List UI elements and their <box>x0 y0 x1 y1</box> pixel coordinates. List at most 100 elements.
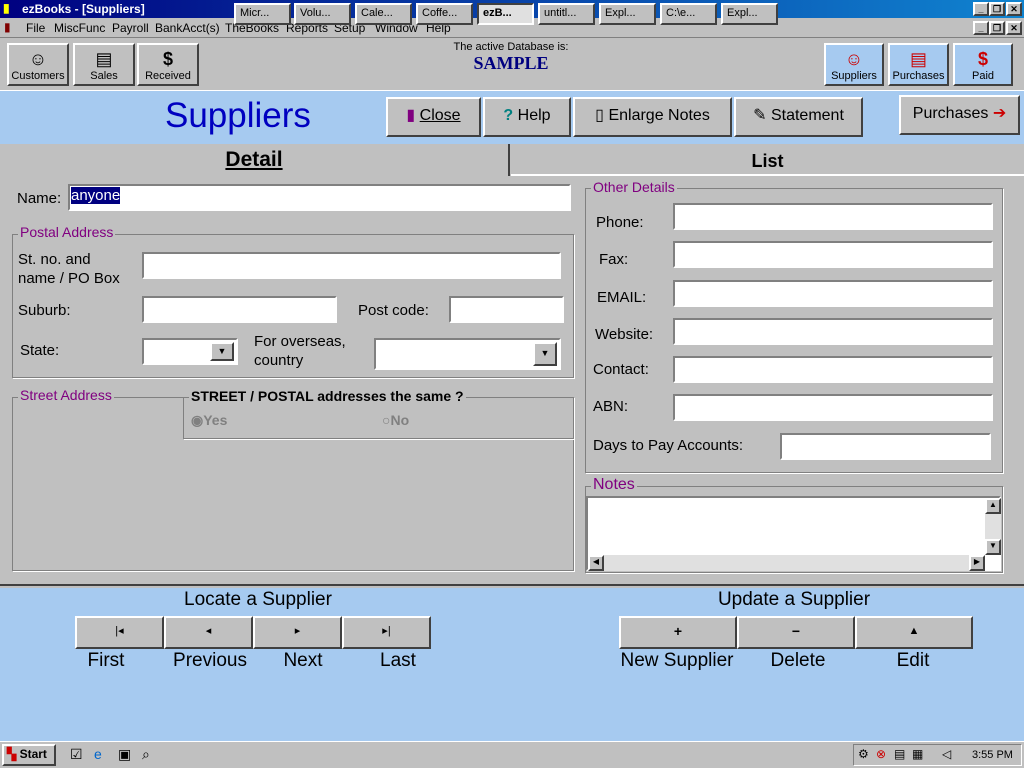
scroll-right-icon[interactable]: ▶ <box>969 555 985 571</box>
contact-field[interactable] <box>673 356 993 383</box>
tab-list[interactable]: List <box>511 144 1024 176</box>
email-field[interactable] <box>673 280 993 307</box>
desktop-icon[interactable]: ▣ <box>118 746 131 763</box>
minus-icon: − <box>791 623 801 639</box>
phone-field[interactable] <box>673 203 993 230</box>
last-button[interactable]: ▸| <box>342 616 431 649</box>
next-button[interactable]: ▸ <box>253 616 342 649</box>
task-button[interactable]: Coffe... <box>416 3 473 25</box>
notes-hscrollbar[interactable]: ◀ ▶ <box>588 555 985 571</box>
tray-icon[interactable]: ⊗ <box>876 747 886 761</box>
no-radio[interactable]: ○No <box>382 412 409 428</box>
phone-label: Phone: <box>596 214 644 231</box>
db-caption: The active Database is: <box>453 41 569 53</box>
close-window-button[interactable]: ✕ <box>1006 2 1022 16</box>
tray-icon[interactable]: ⚙ <box>858 747 869 761</box>
paid-button[interactable]: $ Paid <box>953 43 1013 86</box>
first-record-icon: |◂ <box>115 625 124 637</box>
purchases-button[interactable]: Purchases ➔ <box>899 95 1020 135</box>
mdi-restore-button[interactable]: ❐ <box>989 21 1005 35</box>
caret-up-icon: ▲ <box>908 625 920 637</box>
scroll-left-icon[interactable]: ◀ <box>588 555 604 571</box>
task-button-active[interactable]: ezB... <box>477 3 534 25</box>
state-select[interactable]: ▼ <box>142 338 238 365</box>
customers-button[interactable]: ☺ Customers <box>7 43 69 86</box>
arrow-right-icon: ➔ <box>992 105 1007 122</box>
notes-vscrollbar[interactable]: ▲ ▼ <box>985 498 1001 555</box>
other-details-label: Other Details <box>591 179 677 195</box>
app-icon: ▮ <box>3 1 10 15</box>
postcode-field[interactable] <box>449 296 564 323</box>
close-button[interactable]: ▮ Close <box>386 97 481 137</box>
menu-payroll[interactable]: Payroll <box>112 21 149 35</box>
fax-label: Fax: <box>599 251 629 268</box>
previous-label: Previous <box>173 650 247 671</box>
first-button[interactable]: |◂ <box>75 616 164 649</box>
menu-file[interactable]: File <box>26 21 45 35</box>
suburb-field[interactable] <box>142 296 337 323</box>
task-button[interactable]: Expl... <box>721 3 778 25</box>
mdi-close-button[interactable]: ✕ <box>1006 21 1022 35</box>
street-label-1: St. no. and <box>18 251 91 268</box>
suppliers-button[interactable]: ☺ Suppliers <box>824 43 884 86</box>
tab-detail[interactable]: Detail <box>0 144 510 176</box>
enlarge-notes-button[interactable]: ▯ Enlarge Notes <box>573 97 732 137</box>
door-icon: ▮ <box>406 107 416 124</box>
suburb-label: Suburb: <box>18 302 71 319</box>
task-button[interactable]: Volu... <box>294 3 351 25</box>
mdi-minimize-button[interactable]: _ <box>973 21 989 35</box>
website-field[interactable] <box>673 318 993 345</box>
windows-logo-icon: ▚ <box>7 747 17 761</box>
task-button[interactable]: C:\e... <box>660 3 717 25</box>
new-supplier-button[interactable]: + <box>619 616 737 649</box>
delete-button[interactable]: − <box>737 616 855 649</box>
received-button[interactable]: $ Received <box>137 43 199 86</box>
tray-icon[interactable]: ▦ <box>912 747 923 761</box>
name-field[interactable]: anyone <box>68 184 571 211</box>
state-label: State: <box>20 342 60 359</box>
days-to-pay-field[interactable] <box>780 433 991 460</box>
browser-icon[interactable]: e <box>94 746 102 762</box>
notes-label: Notes <box>591 476 637 494</box>
scroll-down-icon[interactable]: ▼ <box>985 539 1001 555</box>
new-supplier-label: New Supplier <box>620 650 734 671</box>
window-title: ezBooks - [Suppliers] <box>22 2 145 16</box>
yes-radio[interactable]: ◉Yes <box>191 412 227 429</box>
tray-icon[interactable]: ▤ <box>894 747 905 761</box>
statement-button[interactable]: ✎ Statement <box>734 97 863 137</box>
task-button[interactable]: untitl... <box>538 3 595 25</box>
abn-field[interactable] <box>673 394 993 421</box>
smiley-icon: ☺ <box>844 49 864 69</box>
street-field[interactable] <box>142 252 561 279</box>
clock: 3:55 PM <box>972 749 1013 761</box>
document-icon: ▤ <box>909 49 927 69</box>
system-tray: ⚙ ⊗ ▤ ▦ ◁ 3:55 PM <box>853 744 1022 766</box>
search-icon[interactable]: ⌕ <box>142 746 150 763</box>
start-button[interactable]: ▚ Start <box>2 744 56 766</box>
volume-icon[interactable]: ◁ <box>942 747 951 761</box>
quicklaunch-icon[interactable]: ☑ <box>70 746 83 763</box>
scroll-up-icon[interactable]: ▲ <box>985 498 1001 514</box>
purchases-toolbar-button[interactable]: ▤ Purchases <box>888 43 949 86</box>
sales-button[interactable]: ▤ Sales <box>73 43 135 86</box>
menu-miscfunc[interactable]: MiscFunc <box>54 21 105 35</box>
radio-checked-icon: ◉ <box>191 412 204 428</box>
country-select[interactable]: ▼ <box>374 338 561 370</box>
chevron-down-icon[interactable]: ▼ <box>210 342 234 361</box>
minimize-button[interactable]: _ <box>973 2 989 16</box>
previous-button[interactable]: ◂ <box>164 616 253 649</box>
name-label: Name: <box>17 190 62 207</box>
same-address-question: STREET / POSTAL addresses the same ? <box>189 388 466 404</box>
website-label: Website: <box>595 326 654 343</box>
fax-field[interactable] <box>673 241 993 268</box>
help-button[interactable]: ? Help <box>483 97 571 137</box>
task-button[interactable]: Expl... <box>599 3 656 25</box>
task-button[interactable]: Micr... <box>234 3 291 25</box>
chevron-down-icon[interactable]: ▼ <box>533 342 557 366</box>
menu-bankaccts[interactable]: BankAcct(s) <box>155 21 220 35</box>
edit-button[interactable]: ▲ <box>855 616 973 649</box>
restore-button[interactable]: ❐ <box>989 2 1005 16</box>
task-button[interactable]: Cale... <box>355 3 412 25</box>
locate-title: Locate a Supplier <box>184 589 332 610</box>
abn-label: ABN: <box>593 398 629 415</box>
